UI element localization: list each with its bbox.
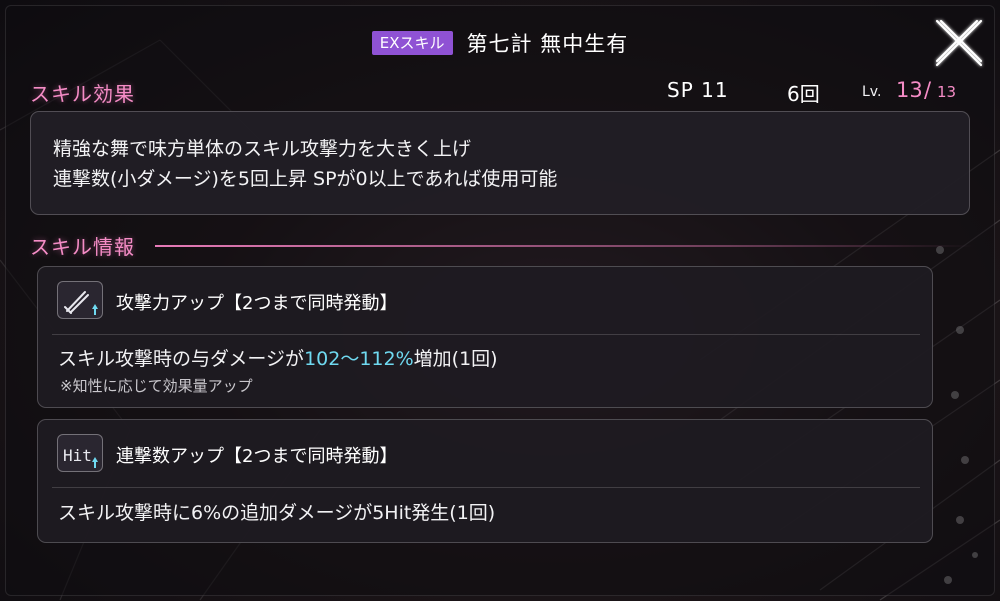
close-icon xyxy=(935,19,983,67)
description-line-2: 連撃数(小ダメージ)を5回上昇 SPが0以上であれば使用可能 xyxy=(53,168,558,190)
level-slash: / xyxy=(924,78,932,102)
level-label: Lv. xyxy=(862,84,882,100)
use-count: 6回 xyxy=(787,82,820,106)
effect-card-hit-up: Hit 連撃数アップ【2つまで同時発動】 スキル攻撃時に6%の追加ダメージが5H… xyxy=(37,419,933,543)
sword-up-icon xyxy=(57,281,103,319)
skill-name: 第七計 無中生有 xyxy=(466,32,629,56)
skill-description: 精強な舞で味方単体のスキル攻撃力を大きく上げ 連撃数(小ダメージ)を5回上昇 S… xyxy=(30,111,970,215)
close-button[interactable] xyxy=(931,15,987,71)
sp-cost: SP 11 xyxy=(667,78,729,102)
effect-value: 102～112% xyxy=(304,348,414,370)
skill-stats: SP 11 6回 Lv. 13 / 13 xyxy=(0,78,1000,106)
hit-up-icon: Hit xyxy=(57,434,103,472)
card-divider xyxy=(52,487,920,488)
level-current: 13 xyxy=(896,78,923,102)
description-line-1: 精強な舞で味方単体のスキル攻撃力を大きく上げ xyxy=(53,138,472,160)
card-divider xyxy=(52,334,920,335)
hit-icon-text: Hit xyxy=(63,446,92,465)
effect-title: 連撃数アップ【2つまで同時発動】 xyxy=(116,446,398,467)
effect-title: 攻撃力アップ【2つまで同時発動】 xyxy=(116,293,398,314)
ex-skill-badge: EXスキル xyxy=(371,31,453,55)
effect-body-prefix: スキル攻撃時の与ダメージが xyxy=(58,348,305,370)
skill-info-heading: スキル情報 xyxy=(30,235,135,259)
section-divider xyxy=(155,245,975,247)
effect-card-attack-up: 攻撃力アップ【2つまで同時発動】 スキル攻撃時の与ダメージが102～112%増加… xyxy=(37,266,933,408)
effect-note: ※知性に応じて効果量アップ xyxy=(60,377,253,395)
effect-body: スキル攻撃時に6%の追加ダメージが5Hit発生(1回) xyxy=(58,502,496,524)
dialog-header: EXスキル 第七計 無中生有 xyxy=(0,28,1000,58)
effect-body-suffix: 増加(1回) xyxy=(413,348,498,370)
level-max: 13 xyxy=(937,83,957,101)
effect-body: スキル攻撃時の与ダメージが102～112%増加(1回) xyxy=(58,344,498,371)
